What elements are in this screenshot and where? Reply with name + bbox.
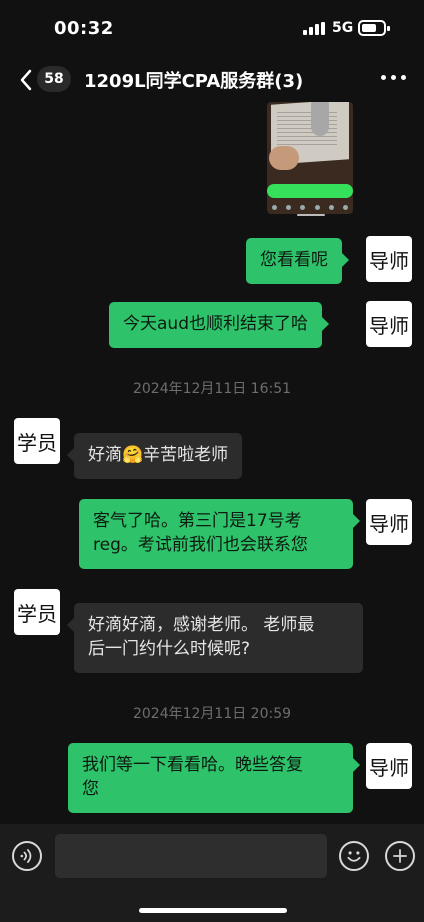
network-type: 5G bbox=[332, 20, 354, 36]
avatar-student[interactable]: 学员 bbox=[14, 589, 60, 635]
message-bubble-outgoing[interactable]: 您看看呢 bbox=[246, 238, 349, 284]
chat-header: 58 1209L同学CPA服务群(3) bbox=[0, 58, 424, 102]
chat-title: 1209L同学CPA服务群(3) bbox=[84, 71, 304, 92]
emoji-icon[interactable] bbox=[339, 841, 369, 871]
message-list[interactable]: 您看看呢 导师 今天aud也顺利结束了哈 导师 2024年12月11日 16:5… bbox=[0, 102, 424, 824]
timestamp-divider: 2024年12月11日 16:51 bbox=[132, 381, 292, 397]
message-text-line: 好滴好滴，感谢老师。 老师最 bbox=[88, 615, 315, 635]
message-text: 今天aud也顺利结束了哈 bbox=[123, 314, 308, 334]
message-bubble-incoming[interactable]: 好滴🤗辛苦啦老师 bbox=[66, 433, 243, 479]
avatar-mentor[interactable]: 导师 bbox=[366, 743, 412, 789]
avatar-mentor[interactable]: 导师 bbox=[366, 236, 412, 282]
message-text-line: 我们等一下看看哈。晚些答复 bbox=[82, 755, 303, 775]
video-message-thumbnail[interactable] bbox=[267, 102, 353, 214]
voice-input-icon[interactable] bbox=[12, 841, 42, 871]
message-bubble-outgoing[interactable]: 今天aud也顺利结束了哈 bbox=[109, 302, 329, 348]
message-bubble-outgoing[interactable]: 我们等一下看看哈。晚些答复 您 bbox=[68, 743, 360, 813]
message-text-line: reg。考试前我们也会联系您 bbox=[93, 535, 308, 555]
message-text-line: 后一门约什么时候呢? bbox=[88, 639, 251, 659]
message-bubble-outgoing[interactable]: 客气了哈。第三门是17号考 reg。考试前我们也会联系您 bbox=[79, 499, 360, 569]
message-bubble-incoming[interactable]: 好滴好滴，感谢老师。 老师最 后一门约什么时候呢? bbox=[67, 603, 363, 673]
avatar-student[interactable]: 学员 bbox=[14, 418, 60, 464]
timestamp-divider: 2024年12月11日 20:59 bbox=[132, 706, 292, 722]
signal-strength-icon bbox=[303, 22, 325, 35]
message-text-line: 您 bbox=[82, 779, 99, 799]
avatar-mentor[interactable]: 导师 bbox=[366, 301, 412, 347]
home-indicator[interactable] bbox=[139, 908, 287, 913]
message-text: 好滴🤗辛苦啦老师 bbox=[88, 445, 229, 465]
more-options-icon[interactable] bbox=[381, 75, 407, 83]
battery-icon bbox=[358, 20, 390, 36]
avatar-mentor[interactable]: 导师 bbox=[366, 499, 412, 545]
message-text-input[interactable] bbox=[55, 834, 327, 878]
message-text-line: 客气了哈。第三门是17号考 bbox=[93, 511, 302, 531]
message-input-bar bbox=[0, 824, 424, 922]
chat-screen: 00:32 5G 58 1209L同学CPA服务群(3) 您看看呢 导师 今天a… bbox=[0, 0, 424, 922]
status-time: 00:32 bbox=[54, 18, 114, 39]
video-controls bbox=[267, 200, 353, 214]
message-text: 您看看呢 bbox=[260, 250, 328, 270]
plus-icon[interactable] bbox=[385, 841, 415, 871]
status-bar: 00:32 5G bbox=[0, 0, 424, 58]
green-redaction-mark bbox=[267, 184, 353, 198]
unread-count-badge[interactable]: 58 bbox=[37, 66, 71, 92]
